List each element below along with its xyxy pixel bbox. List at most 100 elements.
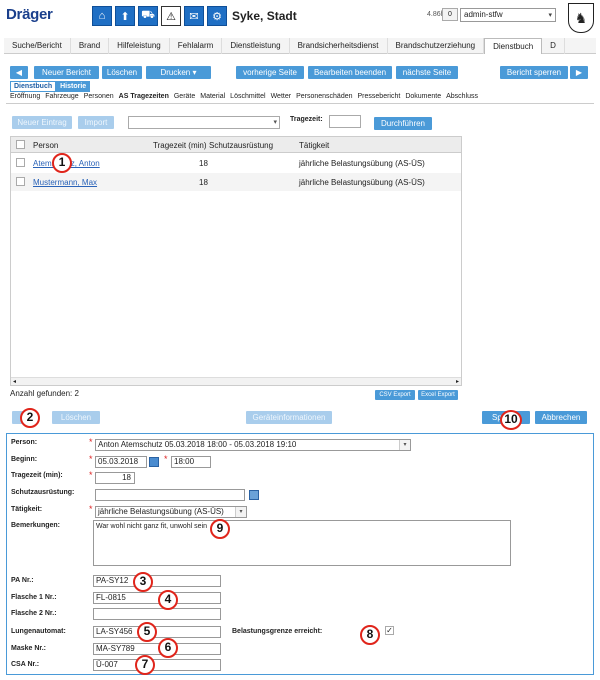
column-schutzausruestung[interactable]: Schutzausrüstung [209, 141, 273, 150]
tragezeit-filter-label: Tragezeit: [290, 116, 323, 123]
entry-form: Person: * Anton Atemschutz 05.03.2018 18… [6, 433, 594, 675]
prev-page-button[interactable]: vorherige Seite [236, 66, 304, 79]
scroll-right-icon[interactable]: ▸ [456, 378, 459, 385]
subtab-historie[interactable]: Historie [56, 81, 91, 92]
tab-dienstbuch[interactable]: Dienstbuch [484, 38, 543, 54]
required-mark: * [89, 454, 93, 464]
calendar-icon[interactable] [149, 457, 159, 467]
flasche2-input[interactable] [93, 608, 221, 620]
print-button[interactable]: Drucken ▾ [146, 66, 211, 79]
chevron-down-icon: ▾ [399, 440, 410, 450]
maske-label: Maske Nr.: [11, 645, 47, 652]
next-report-button[interactable]: ▶ [570, 66, 588, 79]
subtab-dienstbuch[interactable]: Dienstbuch [10, 81, 57, 92]
section-link-as-tragezeiten[interactable]: AS Tragezeiten [119, 93, 169, 100]
section-links: Eröffnung Fahrzeuge Personen AS Tragezei… [10, 93, 592, 100]
lookup-icon[interactable] [249, 490, 259, 500]
csv-export-button[interactable]: CSV Export [375, 390, 415, 400]
beacon-icon[interactable]: ⚠ [161, 6, 181, 26]
marker-7: 7 [135, 655, 155, 675]
tab-brandschutzerziehung[interactable]: Brandschutzerziehung [388, 38, 485, 54]
table-row[interactable]: Mustermann, Max 18 jährliche Belastungsü… [11, 173, 461, 191]
end-edit-button[interactable]: Bearbeiten beenden [308, 66, 392, 79]
chevron-down-icon: ▾ [273, 119, 277, 126]
table-row[interactable]: Atemschutz, Anton 18 jährliche Belastung… [11, 154, 461, 172]
draeger-logo: Dräger [6, 6, 53, 23]
csa-input[interactable]: Ü-007 [93, 659, 221, 671]
section-link-abschluss[interactable]: Abschluss [446, 93, 478, 100]
tragezeit-input[interactable]: 18 [95, 472, 135, 484]
tab-overflow[interactable]: D [542, 38, 565, 54]
mail-icon[interactable]: ✉ [184, 6, 204, 26]
flasche1-input[interactable]: FL-0815 [93, 592, 221, 604]
belastungsgrenze-checkbox[interactable]: ✓ [385, 626, 394, 635]
section-link-dokumente[interactable]: Dokumente [405, 93, 441, 100]
row-tragezeit: 18 [199, 178, 208, 187]
user-select[interactable]: admin-stfw ▾ [460, 8, 556, 22]
tab-fehlalarm[interactable]: Fehlalarm [170, 38, 223, 54]
begin-date-input[interactable]: 05.03.2018 [95, 456, 147, 468]
row-checkbox[interactable] [16, 177, 25, 186]
column-person[interactable]: Person [33, 141, 58, 150]
select-all-checkbox[interactable] [16, 140, 25, 149]
lock-report-button[interactable]: Bericht sperren [500, 66, 568, 79]
marker-6: 6 [158, 638, 178, 658]
begin-time-input[interactable]: 18:00 [171, 456, 211, 468]
print-label: Drucken [160, 68, 191, 77]
import-button[interactable]: Import [78, 116, 114, 129]
belastungsgrenze-label: Belastungsgrenze erreicht: [232, 628, 323, 635]
tab-dienstleistung[interactable]: Dienstleistung [222, 38, 290, 54]
taetigkeit-select[interactable]: jährliche Belastungsübung (AS-ÜS) ▾ [95, 506, 247, 518]
filter-select[interactable]: ▾ [128, 116, 280, 129]
lungenautomat-input[interactable]: LA-SY456 [93, 626, 221, 638]
device-info-button[interactable]: Geräteinformationen [246, 411, 332, 424]
tragezeit-label: Tragezeit (min): [11, 472, 63, 479]
sub-tabs: Dienstbuch Historie [10, 81, 91, 92]
tab-suche-bericht[interactable]: Suche/Bericht [4, 38, 71, 54]
new-entry-button[interactable]: Neuer Eintrag [12, 116, 72, 129]
result-count: Anzahl gefunden: 2 [10, 389, 79, 398]
section-link-personen[interactable]: Personen [84, 93, 114, 100]
section-link-personenschaeden[interactable]: Personenschäden [296, 93, 352, 100]
scroll-left-icon[interactable]: ◂ [13, 378, 16, 385]
section-link-material[interactable]: Material [200, 93, 225, 100]
begin-label: Beginn: [11, 456, 38, 463]
home-icon[interactable]: ⌂ [92, 6, 112, 26]
row-tragezeit: 18 [199, 159, 208, 168]
section-link-pressebericht[interactable]: Pressebericht [358, 93, 401, 100]
coat-of-arms-icon: ♞ [568, 3, 594, 33]
section-link-loeschmittel[interactable]: Löschmittel [230, 93, 265, 100]
tab-brand[interactable]: Brand [71, 38, 110, 54]
schutzausruestung-input[interactable] [95, 489, 245, 501]
excel-export-button[interactable]: Excel Export [418, 390, 458, 400]
maske-input[interactable]: MA-SY789 [93, 643, 221, 655]
delete-entry-button[interactable]: Löschen [52, 411, 100, 424]
row-checkbox[interactable] [16, 158, 25, 167]
horizontal-scrollbar[interactable]: ◂ ▸ [11, 377, 461, 385]
pa-input[interactable]: PA-SY12 [93, 575, 221, 587]
truck-icon[interactable]: ⛟ [138, 6, 158, 26]
section-link-geraete[interactable]: Geräte [174, 93, 195, 100]
marker-9: 9 [210, 519, 230, 539]
next-page-button[interactable]: nächste Seite [396, 66, 458, 79]
tab-hilfeleistung[interactable]: Hilfeleistung [109, 38, 170, 54]
cancel-button[interactable]: Abbrechen [535, 411, 587, 424]
notification-badge[interactable]: 0 [442, 8, 458, 21]
section-link-eroeffnung[interactable]: Eröffnung [10, 93, 40, 100]
new-report-button[interactable]: Neuer Bericht [34, 66, 99, 79]
delete-report-button[interactable]: Löschen [102, 66, 142, 79]
gear-icon[interactable]: ⚙ [207, 6, 227, 26]
prev-report-button[interactable]: ◀ [10, 66, 28, 79]
row-person-link[interactable]: Mustermann, Max [33, 178, 97, 187]
column-taetigkeit[interactable]: Tätigkeit [299, 141, 329, 150]
tab-brandsicherheitsdienst[interactable]: Brandsicherheitsdienst [290, 38, 388, 54]
section-link-fahrzeuge[interactable]: Fahrzeuge [45, 93, 78, 100]
person-select[interactable]: Anton Atemschutz 05.03.2018 18:00 - 05.0… [95, 439, 411, 451]
run-filter-button[interactable]: Durchführen [374, 117, 432, 130]
bemerkungen-textarea[interactable]: War wohl nicht ganz fit, unwohl sein [93, 520, 511, 566]
column-tragezeit[interactable]: Tragezeit (min) [153, 141, 207, 150]
taetigkeit-select-value: jährliche Belastungsübung (AS-ÜS) [98, 507, 224, 516]
tragezeit-filter-input[interactable] [329, 115, 361, 128]
upload-icon[interactable]: ⬆ [115, 6, 135, 26]
section-link-wetter[interactable]: Wetter [271, 93, 292, 100]
